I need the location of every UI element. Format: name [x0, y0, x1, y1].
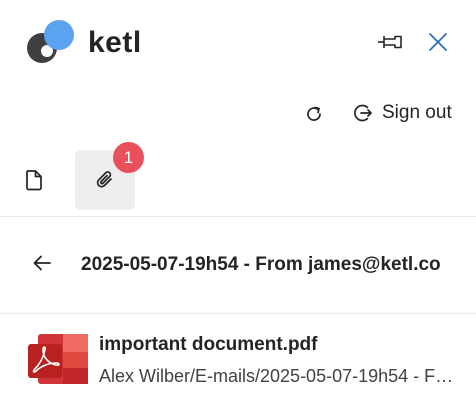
divider [0, 216, 476, 217]
ketl-logo [27, 20, 74, 63]
attachment-item[interactable]: important document.pdf Alex Wilber/E-mai… [0, 322, 476, 396]
refresh-icon [307, 106, 321, 121]
pin-button[interactable] [374, 28, 406, 56]
attachment-count-badge: 1 [113, 142, 144, 173]
divider [0, 313, 476, 314]
file-name: important document.pdf [99, 334, 318, 355]
email-title: 2025-05-07-19h54 - From james@ketl.co [81, 254, 441, 275]
pin-icon [378, 35, 402, 49]
sign-out-button[interactable]: Sign out [352, 98, 452, 128]
app-name: ketl [88, 26, 142, 59]
close-icon [429, 33, 447, 51]
tab-documents[interactable] [4, 150, 64, 210]
paperclip-icon [96, 171, 112, 188]
document-icon [26, 170, 42, 191]
sign-out-icon [354, 104, 372, 122]
pdf-file-icon [28, 334, 88, 384]
sign-out-label: Sign out [382, 102, 452, 123]
refresh-button[interactable] [300, 100, 328, 128]
file-path: Alex Wilber/E-mails/2025-05-07-19h54 - F… [99, 366, 459, 386]
close-button[interactable] [422, 26, 454, 58]
back-button[interactable] [28, 249, 56, 277]
arrow-left-icon [33, 255, 51, 271]
